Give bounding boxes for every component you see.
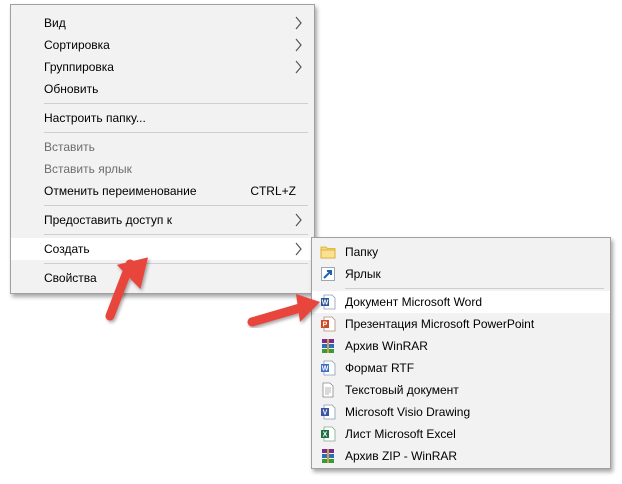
annotation-arrows xyxy=(105,257,320,327)
arrow-to-create-icon xyxy=(105,257,149,321)
arrow-to-word-icon xyxy=(247,294,320,327)
